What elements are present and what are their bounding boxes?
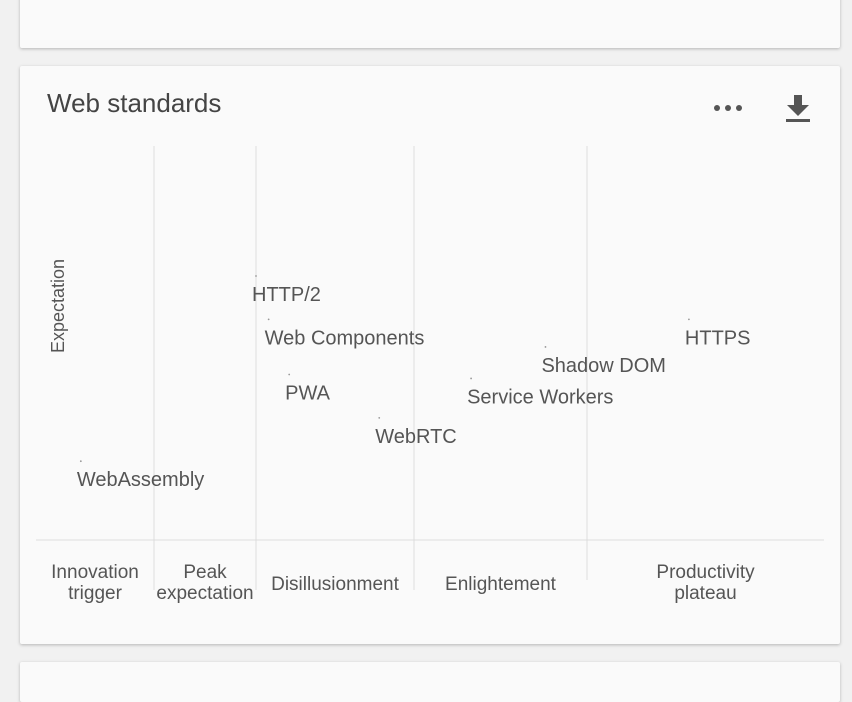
- data-point: [79, 460, 82, 463]
- web-standards-card: Web standards Innovation trigger Peak expec…: [20, 66, 840, 644]
- data-point-label: Shadow DOM: [541, 355, 666, 377]
- data-point-label: WebAssembly: [77, 469, 204, 491]
- data-point-label: HTTP/2: [252, 284, 321, 306]
- data-point: [688, 318, 690, 321]
- hype-cycle-chart: Innovation trigger Peak expectation Disillus…: [36, 146, 824, 604]
- phase-label: Productivity plateau: [656, 562, 755, 604]
- data-point: [378, 416, 381, 419]
- data-point: [288, 373, 291, 376]
- data-point-label: Web Components: [265, 327, 425, 349]
- data-point: [267, 318, 270, 321]
- data-point-label: PWA: [285, 383, 330, 405]
- data-point-label: HTTPS: [685, 327, 751, 349]
- previous-card: trigger expectation plateau: [20, 0, 840, 48]
- data-point-label: WebRTC: [375, 426, 457, 448]
- data-point: [255, 275, 257, 277]
- phase-label: Peak expectation: [156, 562, 253, 604]
- phase-label: Enlightement: [445, 574, 557, 595]
- data-point-label: Service Workers: [467, 386, 613, 408]
- phase-label: Innovation trigger: [51, 562, 139, 604]
- next-card: [20, 662, 840, 702]
- phase-label: Disillusionment: [271, 574, 399, 595]
- data-point: [544, 346, 547, 348]
- y-axis-label: Expectation: [48, 259, 68, 353]
- data-point: [470, 377, 472, 380]
